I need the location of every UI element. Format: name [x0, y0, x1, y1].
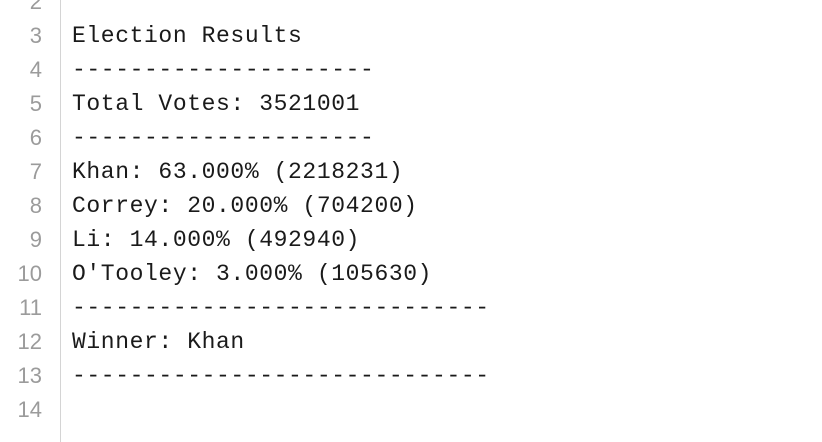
line-number-gutter: 2 3 4 5 6 7 8 9 10 11 12 13 14	[0, 0, 61, 442]
code-area[interactable]: Election Results --------------------- T…	[61, 0, 822, 442]
line-number: 3	[29, 23, 42, 48]
code-line-divider[interactable]: ---------------------	[72, 53, 822, 87]
code-line-winner[interactable]: Winner: Khan	[72, 325, 822, 359]
code-line-candidate[interactable]: Li: 14.000% (492940)	[72, 223, 822, 257]
line-number: 6	[29, 125, 42, 150]
line-number: 7	[29, 159, 42, 184]
line-number: 11	[19, 295, 42, 320]
code-line-title[interactable]: Election Results	[72, 19, 822, 53]
code-line[interactable]	[72, 393, 822, 427]
code-line-candidate[interactable]: Khan: 63.000% (2218231)	[72, 155, 822, 189]
line-number: 5	[29, 91, 42, 116]
text-editor[interactable]: 2 3 4 5 6 7 8 9 10 11 12 13 14 Election …	[0, 0, 822, 442]
line-number: 9	[29, 227, 42, 252]
code-line-divider[interactable]: -----------------------------	[72, 359, 822, 393]
code-line[interactable]	[72, 0, 822, 19]
line-number: 4	[29, 57, 42, 82]
line-number: 8	[29, 193, 42, 218]
code-line-divider[interactable]: ---------------------	[72, 121, 822, 155]
line-number: 10	[17, 261, 42, 286]
code-line-candidate[interactable]: O'Tooley: 3.000% (105630)	[72, 257, 822, 291]
code-line-divider[interactable]: -----------------------------	[72, 291, 822, 325]
line-number: 12	[17, 329, 42, 354]
code-line-candidate[interactable]: Correy: 20.000% (704200)	[72, 189, 822, 223]
line-number: 13	[17, 363, 42, 388]
line-number: 14	[17, 397, 42, 422]
code-line-total-votes[interactable]: Total Votes: 3521001	[72, 87, 822, 121]
line-number: 2	[29, 0, 42, 14]
